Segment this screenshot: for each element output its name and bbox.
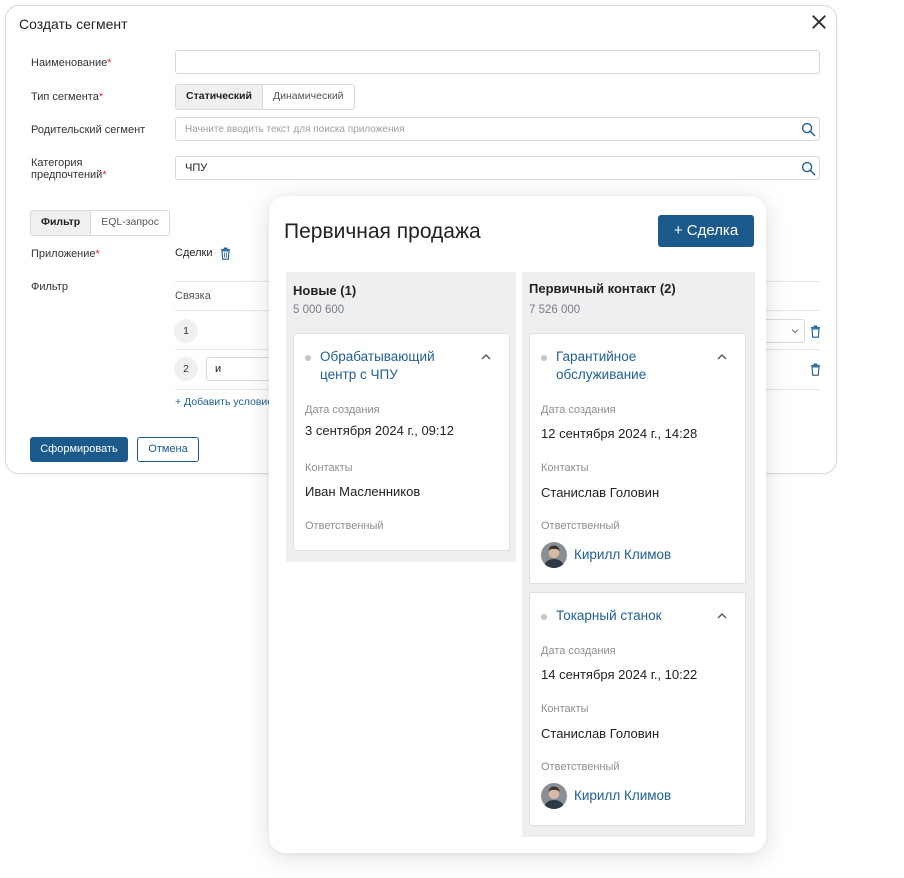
condition-number: 1 bbox=[174, 319, 198, 343]
required-mark: * bbox=[95, 248, 100, 260]
contact-value[interactable]: Станислав Головин bbox=[541, 485, 659, 500]
parent-segment-placeholder: Начните вводить текст для поиска приложе… bbox=[185, 124, 405, 135]
responsible-label: Ответственный bbox=[305, 520, 384, 532]
kanban-column-primary-contact: Первичный контакт (2) 7 526 000 Гарантий… bbox=[522, 272, 755, 837]
condition-select[interactable] bbox=[761, 319, 805, 343]
required-mark: * bbox=[107, 57, 112, 69]
search-icon[interactable] bbox=[801, 161, 816, 176]
category-label: Категория предпочтений* bbox=[31, 157, 107, 181]
responsible-label: Ответственный bbox=[541, 520, 620, 532]
app-value: Сделки bbox=[175, 247, 213, 259]
close-icon[interactable] bbox=[809, 12, 829, 32]
status-dot bbox=[541, 614, 547, 620]
tab-filter[interactable]: Фильтр bbox=[31, 211, 92, 235]
status-dot bbox=[541, 355, 547, 361]
avatar bbox=[541, 542, 567, 568]
created-label: Дата создания bbox=[541, 645, 616, 657]
status-dot bbox=[305, 355, 311, 361]
contacts-label: Контакты bbox=[541, 703, 589, 715]
filter-column-header: Связка bbox=[175, 290, 211, 302]
column-title: Первичный контакт (2) bbox=[529, 281, 676, 296]
contacts-label: Контакты bbox=[541, 462, 589, 474]
created-label: Дата создания bbox=[541, 404, 616, 416]
app-label-text: Приложение bbox=[31, 248, 96, 260]
segment-type-dynamic[interactable]: Динамический bbox=[262, 85, 354, 109]
responsible-label: Ответственный bbox=[541, 761, 620, 773]
modal-title: Создать сегмент bbox=[19, 16, 128, 32]
tab-eql-query[interactable]: EQL-запрос bbox=[91, 211, 169, 235]
deal-title[interactable]: Токарный станок bbox=[556, 607, 662, 625]
category-value: ЧПУ bbox=[185, 162, 208, 174]
avatar-image bbox=[541, 783, 567, 809]
board-title: Первичная продажа bbox=[284, 220, 481, 243]
avatar-image bbox=[541, 542, 567, 568]
condition-number: 2 bbox=[174, 357, 198, 381]
trash-icon[interactable] bbox=[810, 325, 821, 338]
deal-card[interactable]: Гарантийное обслуживание Дата создания 1… bbox=[529, 333, 746, 584]
search-icon[interactable] bbox=[801, 122, 816, 137]
chevron-up-icon[interactable] bbox=[481, 352, 491, 362]
created-value: 12 сентября 2024 г., 14:28 bbox=[541, 426, 698, 441]
required-mark: * bbox=[102, 169, 107, 181]
deal-title[interactable]: Гарантийное обслуживание bbox=[556, 348, 646, 384]
deal-title-line1: Токарный станок bbox=[556, 608, 662, 623]
segment-type-toggle: Статический Динамический bbox=[175, 84, 355, 110]
type-label-text: Тип сегмента bbox=[31, 91, 99, 103]
deal-title-line1: Обрабатывающий bbox=[320, 349, 435, 364]
deal-card[interactable]: Токарный станок Дата создания 14 сентябр… bbox=[529, 592, 746, 826]
parent-segment-input[interactable]: Начните вводить текст для поиска приложе… bbox=[175, 117, 820, 141]
deal-title-line2: обслуживание bbox=[556, 367, 647, 382]
chevron-up-icon[interactable] bbox=[717, 611, 727, 621]
chevron-up-icon[interactable] bbox=[717, 352, 727, 362]
category-input[interactable]: ЧПУ bbox=[175, 156, 820, 180]
contact-value[interactable]: Станислав Головин bbox=[541, 726, 659, 741]
category-label-line2: предпочтений bbox=[31, 169, 103, 181]
deal-title-line2: центр с ЧПУ bbox=[320, 367, 398, 382]
name-label: Наименование* bbox=[31, 57, 112, 69]
column-sum: 5 000 600 bbox=[293, 304, 345, 316]
required-mark: * bbox=[98, 91, 104, 103]
created-value: 3 сентября 2024 г., 09:12 bbox=[305, 423, 454, 438]
responsible-person[interactable]: Кирилл Климов bbox=[574, 788, 671, 803]
contacts-label: Контакты bbox=[305, 462, 353, 474]
deal-title-line1: Гарантийное bbox=[556, 349, 637, 364]
segment-type-static[interactable]: Статический bbox=[176, 85, 263, 109]
avatar bbox=[541, 783, 567, 809]
submit-button[interactable]: Сформировать bbox=[30, 437, 128, 462]
trash-icon[interactable] bbox=[810, 363, 821, 376]
filter-mode-tabs: Фильтр EQL-запрос bbox=[30, 210, 170, 236]
created-label: Дата создания bbox=[305, 404, 380, 416]
parent-segment-label: Родительский сегмент bbox=[31, 124, 146, 136]
cancel-button[interactable]: Отмена bbox=[137, 437, 199, 462]
deal-title[interactable]: Обрабатывающий центр с ЧПУ bbox=[320, 348, 435, 384]
category-label-line2-wrap: предпочтений* bbox=[31, 169, 107, 181]
kanban-column-new: Новые (1) 5 000 600 Обрабатывающий центр… bbox=[286, 272, 516, 562]
type-label: Тип сегмента* bbox=[31, 91, 103, 103]
condition-operator-input[interactable]: и bbox=[206, 357, 276, 381]
deal-card[interactable]: Обрабатывающий центр с ЧПУ Дата создания… bbox=[293, 333, 510, 551]
column-sum: 7 526 000 bbox=[529, 304, 581, 316]
filter-label: Фильтр bbox=[31, 281, 68, 293]
responsible-person[interactable]: Кирилл Климов bbox=[574, 547, 671, 562]
name-input[interactable] bbox=[175, 50, 820, 74]
trash-icon[interactable] bbox=[220, 247, 231, 260]
app-label: Приложение* bbox=[31, 248, 100, 260]
name-label-text: Наименование bbox=[31, 57, 108, 69]
add-condition-link[interactable]: + Добавить условие bbox=[175, 396, 273, 408]
category-label-line1: Категория bbox=[31, 157, 83, 169]
chevron-down-icon bbox=[791, 329, 799, 334]
contact-value[interactable]: Иван Масленников bbox=[305, 484, 420, 499]
add-deal-button[interactable]: + Сделка bbox=[658, 215, 754, 247]
created-value: 14 сентября 2024 г., 10:22 bbox=[541, 667, 698, 682]
column-title: Новые (1) bbox=[293, 283, 357, 298]
kanban-board: Первичная продажа + Сделка Новые (1) 5 0… bbox=[269, 196, 766, 853]
